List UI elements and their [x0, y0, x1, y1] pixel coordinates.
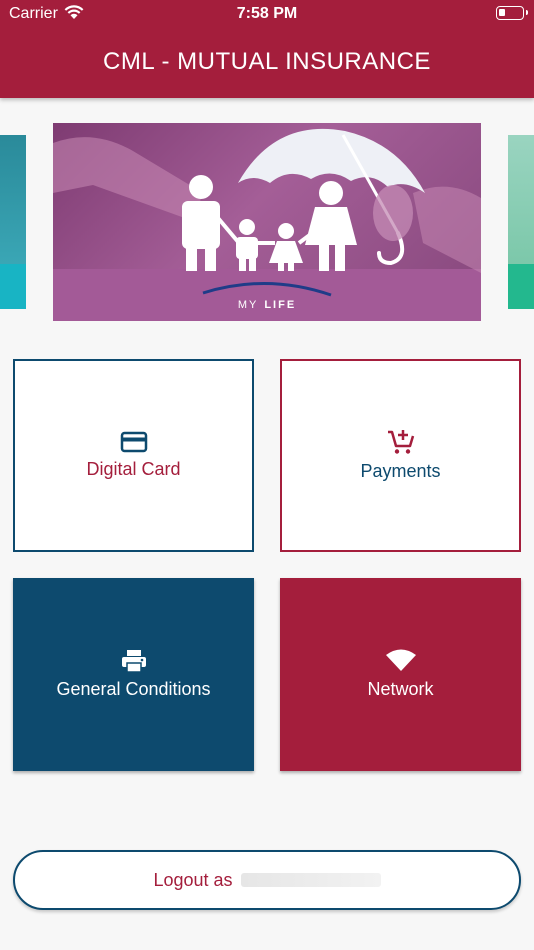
network-button[interactable]: Network — [280, 578, 521, 771]
battery-icon — [496, 6, 528, 20]
payments-button[interactable]: Payments — [280, 359, 521, 552]
network-label: Network — [367, 679, 434, 699]
digital-card-button[interactable]: Digital Card — [13, 359, 254, 552]
status-bar: Carrier 7:58 PM — [0, 0, 534, 28]
masked-username — [240, 873, 381, 887]
app-header: Carrier 7:58 PM CML - MUTUAL INSURANCE — [0, 0, 534, 98]
logout-label: Logout as — [153, 869, 233, 890]
page-title: CML - MUTUAL INSURANCE — [103, 48, 431, 75]
printer-icon — [121, 650, 146, 673]
banner-brand-my: MY — [237, 299, 259, 311]
credit-card-icon — [120, 431, 147, 453]
carousel-next-slide[interactable] — [508, 135, 534, 309]
digital-card-label: Digital Card — [86, 459, 181, 479]
banner-carousel[interactable]: MY LIFE — [0, 123, 534, 321]
banner-brand-life: LIFE — [264, 299, 297, 311]
banner-caption: MY LIFE — [53, 299, 481, 311]
add-to-cart-icon — [387, 430, 414, 454]
general-conditions-button[interactable]: General Conditions — [13, 578, 254, 771]
carousel-prev-slide[interactable] — [0, 135, 26, 309]
banner-slide-my-life[interactable]: MY LIFE — [53, 123, 481, 321]
family-umbrella-illustration — [53, 128, 481, 297]
logout-button[interactable]: Logout as — [13, 850, 521, 910]
wifi-icon — [385, 649, 416, 671]
payments-label: Payments — [360, 461, 441, 481]
general-conditions-label: General Conditions — [56, 679, 211, 699]
status-time: 7:58 PM — [236, 5, 298, 22]
